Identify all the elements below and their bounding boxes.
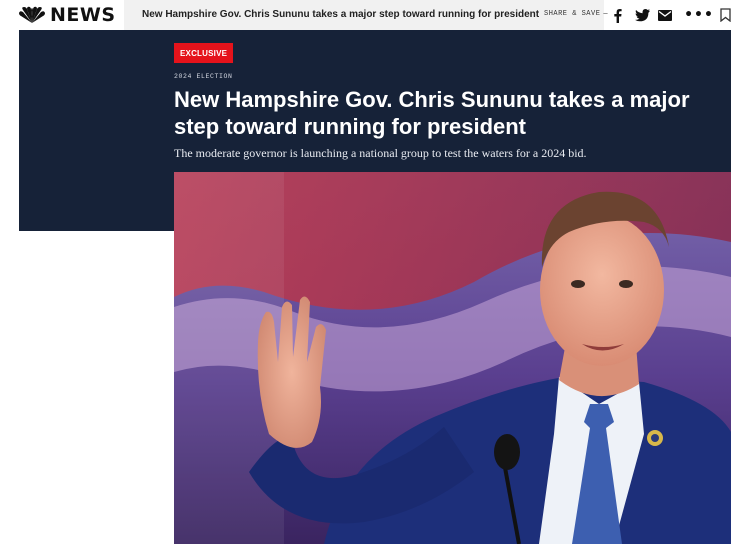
bookmark-icon[interactable] bbox=[720, 7, 731, 23]
exclusive-badge: EXCLUSIVE bbox=[174, 43, 234, 63]
article-dek: The moderate governor is launching a nat… bbox=[174, 146, 587, 160]
section-eyebrow[interactable]: 2024 ELECTION bbox=[174, 73, 233, 80]
top-navigation-bar: NEWS New Hampshire Gov. Chris Sununu tak… bbox=[0, 0, 731, 30]
lead-photo bbox=[174, 172, 731, 544]
nbc-peacock-icon bbox=[19, 6, 45, 23]
sticky-headline-bar: New Hampshire Gov. Chris Sununu takes a … bbox=[124, 0, 604, 30]
sticky-headline[interactable]: New Hampshire Gov. Chris Sununu takes a … bbox=[142, 9, 539, 20]
share-save-dash: — bbox=[603, 10, 609, 18]
logo-text: NEWS bbox=[50, 4, 116, 26]
email-icon[interactable] bbox=[657, 7, 673, 23]
more-icon[interactable]: ••• bbox=[684, 7, 713, 23]
article-headline: New Hampshire Gov. Chris Sununu takes a … bbox=[174, 87, 690, 139]
share-save-label: SHARE & SAVE bbox=[544, 10, 601, 18]
facebook-icon[interactable] bbox=[611, 7, 623, 23]
twitter-icon[interactable] bbox=[634, 7, 650, 23]
share-and-save-menu[interactable]: SHARE & SAVE — bbox=[544, 10, 608, 18]
nbc-news-logo[interactable]: NEWS bbox=[18, 4, 116, 26]
